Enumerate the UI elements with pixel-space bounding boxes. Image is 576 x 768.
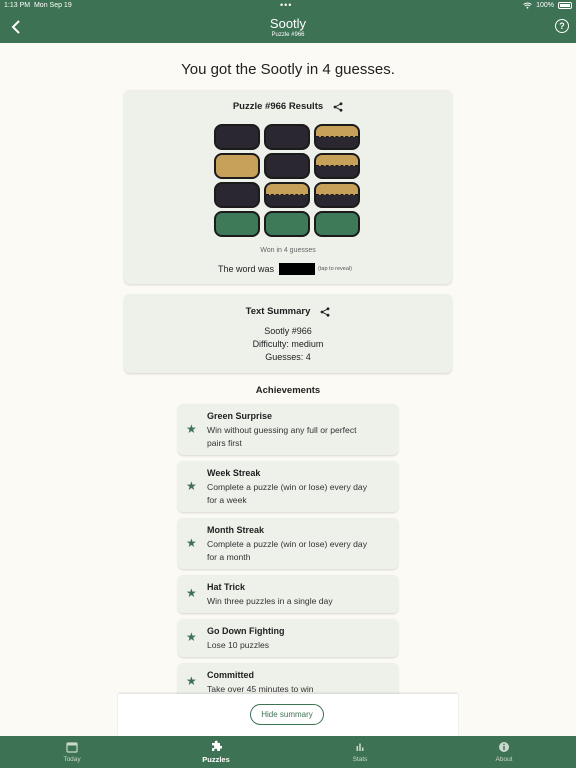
page-subtitle: Puzzle #966 [271, 32, 305, 38]
status-bar: 1:13 PM Mon Sep 19 ••• 100% [0, 0, 576, 12]
guess-tile-green [214, 211, 260, 237]
tab-today[interactable]: Today [0, 736, 144, 768]
achievement-name: Committed [207, 670, 254, 680]
share-icon[interactable] [320, 306, 330, 317]
achievement-name: Green Surprise [207, 411, 273, 421]
word-row: The word was (tap to reveal) [218, 263, 352, 275]
word-label: The word was [218, 264, 275, 274]
tab-about[interactable]: About [432, 736, 576, 768]
result-headline: You got the Sootly in 4 guesses. [181, 61, 395, 78]
results-card: Puzzle #966 Results Won in 4 guesses The… [124, 90, 452, 284]
star-icon: ★ [186, 674, 197, 688]
achievement-name: Hat Trick [207, 582, 246, 592]
achievement-name: Month Streak [207, 525, 265, 535]
hidden-word[interactable] [279, 263, 316, 275]
tab-label: About [495, 756, 513, 763]
bar-chart-icon [356, 743, 364, 751]
achievements-heading: Achievements [255, 385, 321, 396]
achievement-desc: Win without guessing any full or perfect… [207, 425, 357, 448]
star-icon: ★ [186, 630, 197, 644]
calendar-icon [66, 742, 78, 753]
summary-line: Sootly #966 [264, 326, 312, 336]
share-icon[interactable] [333, 101, 343, 112]
guess-tile-half [314, 153, 360, 179]
wifi-icon [523, 2, 532, 9]
guess-tile-half [314, 182, 360, 208]
hide-summary-button[interactable]: Hide summary [250, 704, 324, 725]
guess-tile-green [264, 211, 310, 237]
achievement-card: ★ Hat Trick Win three puzzles in a singl… [178, 575, 398, 613]
summary-card: Text Summary Sootly #966 Difficulty: med… [124, 294, 452, 373]
status-time: 1:13 PM Mon Sep 19 [4, 2, 72, 9]
achievement-card: ★ Go Down Fighting Lose 10 puzzles [178, 619, 398, 657]
app-header: Sootly Puzzle #966 ? [0, 12, 576, 43]
guess-tile-dark [264, 153, 310, 179]
results-title: Puzzle #966 Results [232, 101, 324, 112]
guess-tile-half [264, 182, 310, 208]
battery-icon [558, 2, 572, 9]
status-right: 100% [523, 2, 572, 9]
tile-top-half [266, 184, 308, 195]
guess-tile-green [314, 211, 360, 237]
achievement-card: ★ Month Streak Complete a puzzle (win or… [178, 518, 398, 569]
achievement-name: Week Streak [207, 468, 261, 478]
achievement-desc: Lose 10 puzzles [207, 640, 270, 650]
star-icon: ★ [186, 422, 197, 436]
tab-label: Puzzles [202, 755, 230, 764]
tab-bar: Today Puzzles Stats About [0, 736, 576, 768]
info-icon [499, 742, 509, 752]
achievement-card: ★ Green Surprise Win without guessing an… [178, 404, 398, 455]
achievement-name: Go Down Fighting [207, 626, 285, 636]
results-title-row: Puzzle #966 Results [124, 101, 452, 112]
tile-top-half [316, 126, 358, 137]
achievement-desc: Complete a puzzle (win or lose) every da… [207, 482, 368, 505]
achievement-card: ★ Week Streak Complete a puzzle (win or … [178, 461, 398, 512]
tile-top-half [316, 155, 358, 166]
tab-label: Today [63, 756, 81, 763]
guess-tile-dark [264, 124, 310, 150]
tab-label: Stats [352, 756, 368, 763]
tab-stats[interactable]: Stats [288, 736, 432, 768]
multitasking-dots-icon[interactable]: ••• [280, 0, 292, 10]
guess-tile-dark [214, 124, 260, 150]
summary-toggle-panel: Hide summary [118, 694, 458, 736]
achievement-desc: Win three puzzles in a single day [207, 596, 333, 606]
guess-tile-dark [214, 182, 260, 208]
question-mark-icon: ? [559, 21, 565, 31]
guess-tile-tan [214, 153, 260, 179]
tab-puzzles[interactable]: Puzzles [144, 736, 288, 768]
summary-line: Guesses: 4 [265, 352, 311, 362]
page-title: Sootly [269, 16, 307, 31]
help-button[interactable]: ? [555, 19, 569, 33]
tap-to-reveal-hint[interactable]: (tap to reveal) [318, 266, 352, 272]
won-text: Won in 4 guesses [260, 247, 316, 254]
summary-line: Difficulty: medium [252, 339, 324, 349]
summary-title-row: Text Summary [124, 306, 452, 317]
guess-tile-half [314, 124, 360, 150]
star-icon: ★ [186, 536, 197, 550]
star-icon: ★ [186, 479, 197, 493]
summary-title: Text Summary [245, 306, 311, 317]
tile-top-half [316, 184, 358, 195]
battery-percent: 100% [536, 2, 554, 9]
puzzle-icon [212, 740, 222, 751]
achievement-desc: Complete a puzzle (win or lose) every da… [207, 539, 368, 562]
star-icon: ★ [186, 586, 197, 600]
